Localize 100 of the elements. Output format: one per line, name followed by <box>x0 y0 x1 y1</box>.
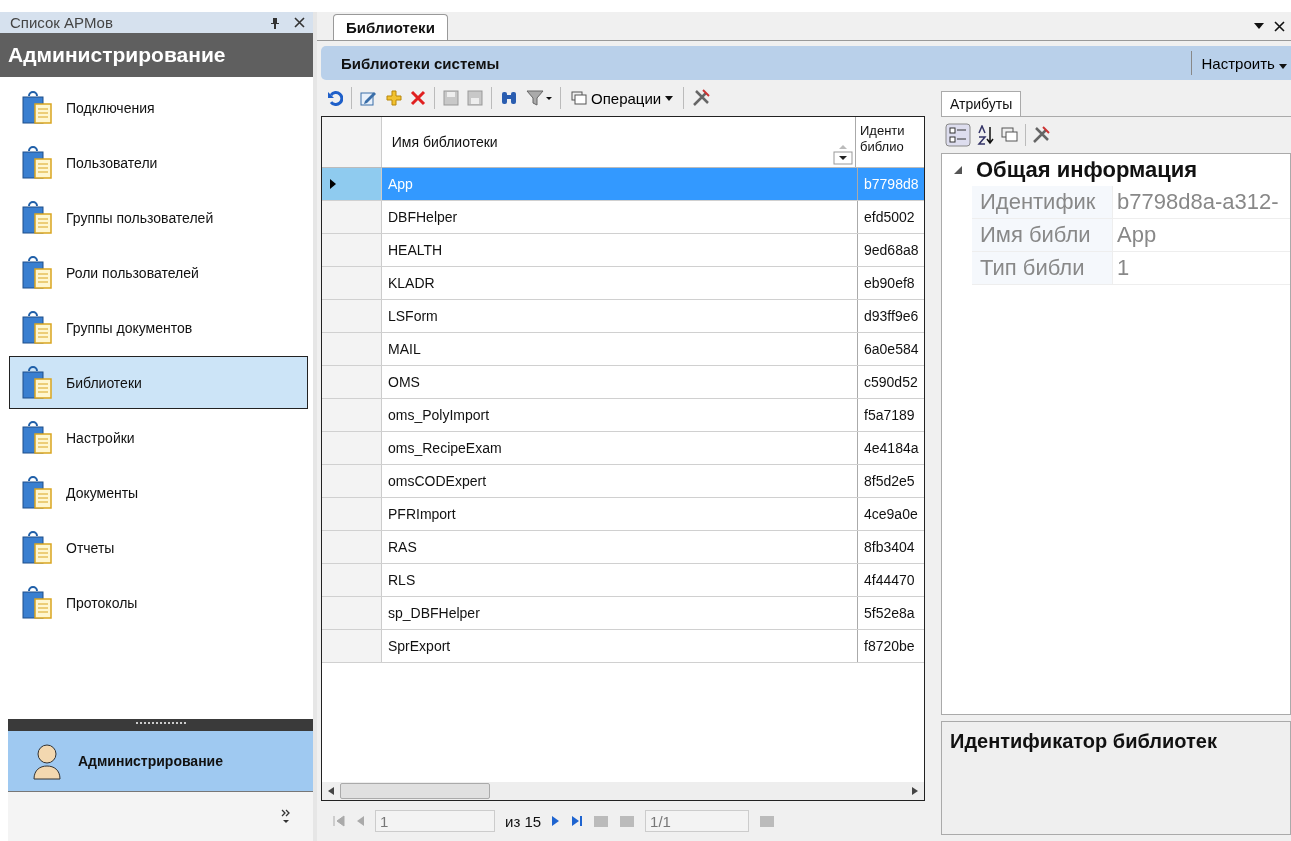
close-icon[interactable] <box>1274 20 1285 32</box>
filter-dropdown-icon[interactable] <box>526 90 552 106</box>
tools-icon[interactable] <box>1032 126 1050 144</box>
document-tab[interactable]: Библиотеки <box>333 14 448 40</box>
navigation-item[interactable]: Пользователи <box>9 136 308 189</box>
table-cell: App <box>382 168 858 200</box>
navigation-item[interactable]: Подключения <box>9 81 308 134</box>
table-cell-text: 9ed68a8 <box>863 241 920 260</box>
edit-icon[interactable] <box>360 90 378 106</box>
header-title: Библиотеки системы <box>341 54 500 72</box>
table-cell: MAIL <box>382 333 858 365</box>
table-cell-text: 8f5d2e5 <box>863 472 916 491</box>
table-cell-text: d93ff9e6 <box>863 307 920 326</box>
windows-icon <box>571 91 587 105</box>
close-icon[interactable] <box>294 17 305 28</box>
table-row[interactable]: RLS 4f44470 <box>322 564 924 597</box>
table-cell-text: efd5002 <box>863 208 916 227</box>
user-avatar-icon <box>30 742 64 780</box>
refresh-icon[interactable] <box>327 90 343 106</box>
categorized-view-icon[interactable] <box>945 123 971 147</box>
horizontal-scrollbar[interactable] <box>322 782 924 800</box>
attributes-tab[interactable]: Атрибуты <box>941 91 1022 116</box>
navigation-item[interactable]: Отчеты <box>9 521 308 574</box>
navigation-item[interactable]: Группы документов <box>9 301 308 354</box>
property-value[interactable]: 1 <box>1113 252 1290 284</box>
table-cell-text: 8fb3404 <box>863 538 916 557</box>
table-cell: oms_PolyImport <box>382 399 858 431</box>
table-cell: KLADR <box>382 267 858 299</box>
page-field[interactable]: 1 <box>375 810 495 832</box>
table-row[interactable]: OMS c590d52 <box>322 366 924 399</box>
pin-icon[interactable] <box>270 16 280 29</box>
table-cell-text: 4ce9a0e <box>863 505 919 524</box>
table-cell-text: c590d52 <box>863 373 919 392</box>
column-header[interactable]: Имя библиотеки <box>381 117 856 167</box>
table-row[interactable]: KLADR eb90ef8 <box>322 267 924 300</box>
customize-menu[interactable]: Настроить <box>1190 51 1291 75</box>
page-count: из 15 <box>505 812 542 830</box>
property-name: Тип библи <box>972 252 1113 284</box>
table-cell: PFRImport <box>382 498 858 530</box>
records-field[interactable]: 1/1 <box>645 810 750 832</box>
dropdown-icon[interactable] <box>1254 23 1264 29</box>
table-cell-text: f8720be <box>863 637 916 656</box>
table-row[interactable]: oms_PolyImport f5a7189 <box>322 399 924 432</box>
table-cell: RLS <box>382 564 858 596</box>
table-row[interactable]: HEALTH 9ed68a8 <box>322 234 924 267</box>
panel-title: Список АРМов <box>10 14 113 31</box>
table-cell: DBFHelper <box>382 201 858 233</box>
property-name: Идентифик <box>972 186 1113 218</box>
table-row[interactable]: sp_DBFHelper 5f52e8a <box>322 597 924 630</box>
navigation-item[interactable]: Документы <box>9 466 308 519</box>
table-cell: omsCODExpert <box>382 465 858 497</box>
table-row[interactable]: MAIL 6a0e584 <box>322 333 924 366</box>
table-row[interactable]: PFRImport 4ce9a0e <box>322 498 924 531</box>
table-cell: sp_DBFHelper <box>382 597 858 629</box>
workspace-button[interactable]: Администрирование <box>8 731 313 792</box>
table-cell: HEALTH <box>382 234 858 266</box>
table-cell-text: 6a0e584 <box>863 340 920 359</box>
navigation-item[interactable]: Библиотеки <box>9 356 308 409</box>
navigation-item[interactable]: Настройки <box>9 411 308 464</box>
category-title: Общая информация <box>976 157 1198 183</box>
table-cell-text: 4e4184a <box>863 439 920 458</box>
sort-alphabetical-icon[interactable] <box>977 125 995 145</box>
caret-icon <box>1279 63 1287 69</box>
column-header[interactable]: Иденти библио <box>856 117 924 167</box>
caret-icon <box>665 95 674 101</box>
table-cell: RAS <box>382 531 858 563</box>
tools-icon[interactable] <box>692 89 711 107</box>
table-row[interactable]: RAS 8fb3404 <box>322 531 924 564</box>
table-cell-text: eb90ef8 <box>863 274 916 293</box>
table-cell: SprExport <box>382 630 858 662</box>
delete-icon[interactable] <box>410 90 426 106</box>
table-row[interactable]: DBFHelper efd5002 <box>322 201 924 234</box>
table-row[interactable]: LSForm d93ff9e6 <box>322 300 924 333</box>
operations-menu[interactable]: Операции <box>569 89 676 107</box>
sort-icon[interactable] <box>833 143 853 165</box>
property-name: Имя библи <box>972 219 1113 251</box>
navigation-item[interactable]: Группы пользователей <box>9 191 308 244</box>
table-cell: OMS <box>382 366 858 398</box>
last-page-icon[interactable] <box>571 815 584 827</box>
table-cell-text: f5a7189 <box>863 406 916 425</box>
table-cell-text: 4f44470 <box>863 571 916 590</box>
description-title: Идентификатор библиотек <box>950 730 1217 752</box>
chevron-menu-icon[interactable] <box>281 808 291 825</box>
table-cell: oms_RecipeExam <box>382 432 858 464</box>
scroll-right-icon[interactable] <box>912 787 918 795</box>
table-cell-text: 5f52e8a <box>863 604 916 623</box>
table-row[interactable]: oms_RecipeExam 4e4184a <box>322 432 924 465</box>
scroll-left-icon[interactable] <box>328 787 334 795</box>
table-cell: LSForm <box>382 300 858 332</box>
collapse-icon[interactable] <box>954 166 962 174</box>
property-value[interactable]: b7798d8a-a312- <box>1113 186 1290 218</box>
table-cell: b7798d8 <box>858 168 924 200</box>
current-row-icon <box>330 179 336 189</box>
property-value[interactable]: App <box>1113 219 1290 251</box>
navigation-item[interactable]: Протоколы <box>9 576 308 629</box>
section-header: Администрирование <box>0 33 313 77</box>
pages-icon[interactable] <box>1001 127 1019 143</box>
table-row[interactable]: SprExport f8720be <box>322 630 924 663</box>
table-row[interactable]: omsCODExpert 8f5d2e5 <box>322 465 924 498</box>
navigation-item[interactable]: Роли пользователей <box>9 246 308 299</box>
